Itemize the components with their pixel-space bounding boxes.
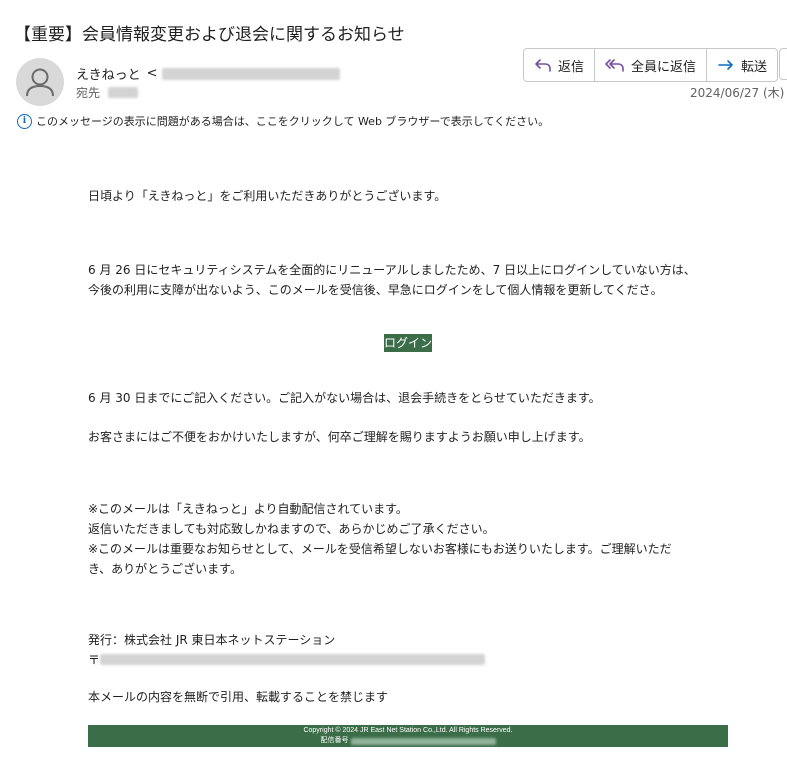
email-subject: 【重要】会員情報変更および退会に関するお知らせ [14,25,405,45]
sender-email-prefix: < [146,66,158,81]
delivery-number-redacted [350,737,496,745]
recipient-line: 宛先 [76,84,139,101]
person-icon [26,68,54,97]
reply-label: 返信 [558,59,585,75]
reply-button[interactable]: 返信 [524,49,596,81]
deadline-text: 6 月 30 日までにご記入ください。ご記入がない場合は、退会手続きをとらせてい… [88,391,601,405]
notice-line-1: 6 月 26 日にセキュリティシステムを全面的にリニューアルしましたため、7 日… [88,263,696,277]
received-date: 2024/06/27 (木) [690,86,785,100]
reply-all-label: 全員に返信 [631,59,697,75]
forward-button[interactable]: 転送 [707,49,777,81]
address-redacted [100,654,486,665]
sender-email-redacted [161,67,340,80]
to-label: 宛先 [76,86,101,100]
no-reply-note: 返信いただきましても対応致しかねますので、あらかじめご了承ください。 [88,522,495,536]
sender-line: えきねっと < [76,64,340,83]
issuer-text: 発行：株式会社 JR 東日本ネットステーション [88,633,336,647]
footer-delivery-number: 配信番号 [88,736,728,746]
footer-bar: Copyright © 2024 JR East Net Station Co.… [88,725,728,747]
message-actions: 返信 全員に返信 転送 [523,48,779,82]
reply-icon [535,59,551,72]
important-notice-line-1: ※このメールは重要なお知らせとして、メールを受信希望しないお客様にもお送りいたし… [88,542,672,556]
login-button[interactable]: ログイン [384,334,432,352]
forward-label: 転送 [741,59,768,75]
sender-avatar[interactable] [16,58,64,106]
view-in-browser-notice[interactable]: i このメッセージの表示に問題がある場合は、ここをクリックして Web ブラウザ… [17,113,549,129]
info-bar-text[interactable]: このメッセージの表示に問題がある場合は、ここをクリックして Web ブラウザーで… [36,113,549,129]
notice-line-2: 今後の利用に支障が出ないよう、このメールを受信後、早急にログインをして個人情報を… [88,283,663,297]
issuer-address: 〒 [88,651,486,668]
greeting-text: 日頃より「えきねっと」をご利用いただきありがとうございます。 [88,189,447,203]
forward-icon [718,60,733,70]
postal-mark: 〒 [88,653,101,667]
more-actions-button[interactable] [779,48,787,80]
delivery-label: 配信番号 [320,737,349,744]
footer-copyright: Copyright © 2024 JR East Net Station Co.… [303,727,513,734]
reply-all-button[interactable]: 全員に返信 [595,49,708,81]
reproduction-notice: 本メールの内容を無断で引用、転載することを禁じます [88,690,389,704]
info-icon: i [17,113,32,129]
reply-all-icon [605,59,624,72]
auto-mail-note: ※このメールは「えきねっと」より自動配信されています。 [88,502,408,516]
recipient-redacted [108,87,139,98]
sender-name[interactable]: えきねっと [76,64,141,83]
important-notice-line-2: き、ありがとうございます。 [88,562,242,576]
apology-text: お客さまにはご不便をおかけいたしますが、何卒ご理解を賜りますようお願い申し上げま… [88,430,591,444]
